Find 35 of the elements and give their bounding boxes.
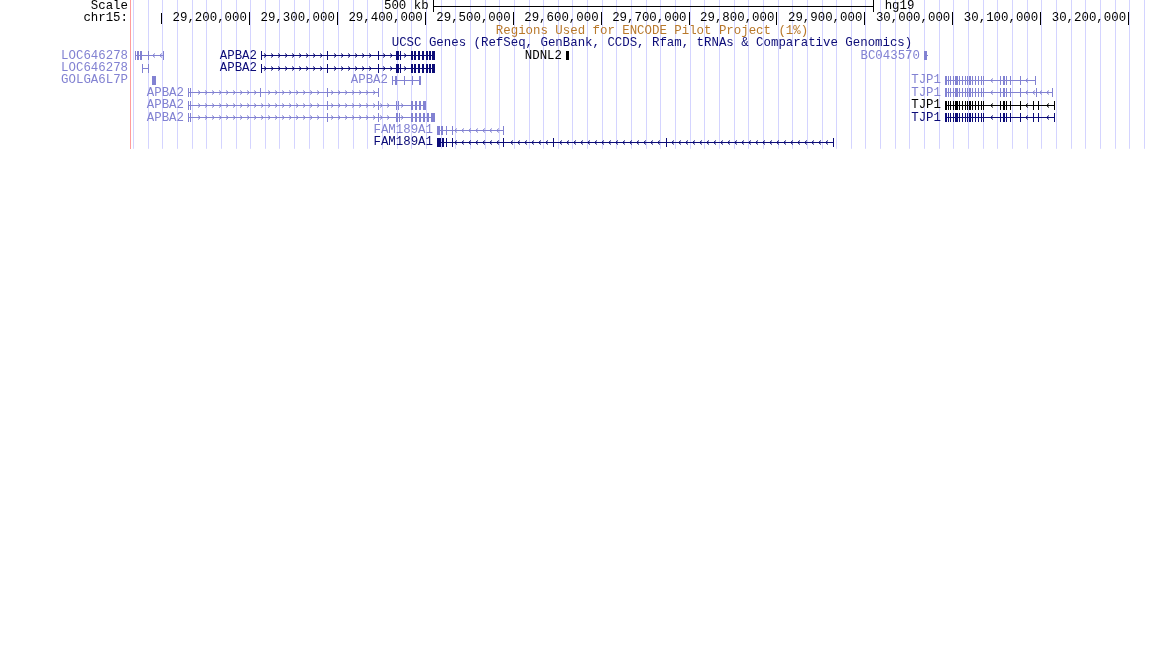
ruler-label: 29,500,000 xyxy=(436,12,514,25)
gene-label: APBA2 xyxy=(146,99,184,112)
track-title: Regions Used for ENCODE Pilot Project (1%) xyxy=(495,24,809,38)
ruler-label: 30,100,000 xyxy=(963,12,1042,25)
gene-label: LOC646278 xyxy=(61,61,128,75)
gene-label: FAM189A1 xyxy=(373,136,433,149)
ruler-label: 29,600,000 xyxy=(524,12,602,25)
scale-label: Scale xyxy=(90,0,128,13)
ruler-label: 29,800,000 xyxy=(700,12,778,25)
ruler-label: 30,000,000 xyxy=(875,12,954,25)
gene-label: APBA2 xyxy=(219,49,257,62)
track-title: UCSC Genes (RefSeq, GenBank, CCDS, Rfam, tRNAs & Comparative Genomics) xyxy=(391,37,913,50)
gene-label: APBA2 xyxy=(350,74,388,87)
scale-length: 500 kb xyxy=(384,0,429,13)
ruler-tick xyxy=(160,13,162,25)
gene-label: TJP1 xyxy=(911,111,941,124)
gene-label: LOC646278 xyxy=(61,49,128,62)
ruler-label: 29,700,000 xyxy=(612,12,690,25)
ruler-label: 29,400,000 xyxy=(348,12,426,25)
gene-label: APBA2 xyxy=(146,111,184,124)
assembly-label: hg19 xyxy=(884,0,915,13)
gene-label: TJP1 xyxy=(911,99,941,112)
gene-label: NDNL2 xyxy=(524,49,562,62)
ruler-label: 29,200,000 xyxy=(172,12,250,25)
gene-label: FAM189A1 xyxy=(373,123,433,137)
gene-label: TJP1 xyxy=(911,86,941,100)
ruler-label: 29,300,000 xyxy=(260,12,338,25)
gene-label: GOLGA6L7P xyxy=(61,74,128,87)
gene-label: APBA2 xyxy=(146,86,184,100)
ruler-label: 29,900,000 xyxy=(788,12,866,25)
gene-label: BC043570 xyxy=(860,49,920,62)
ruler-label: 30,200,000 xyxy=(1051,12,1130,25)
gene-label: TJP1 xyxy=(911,74,941,87)
gene-label: APBA2 xyxy=(219,61,257,75)
chromosome-label: chr15: xyxy=(83,12,128,25)
